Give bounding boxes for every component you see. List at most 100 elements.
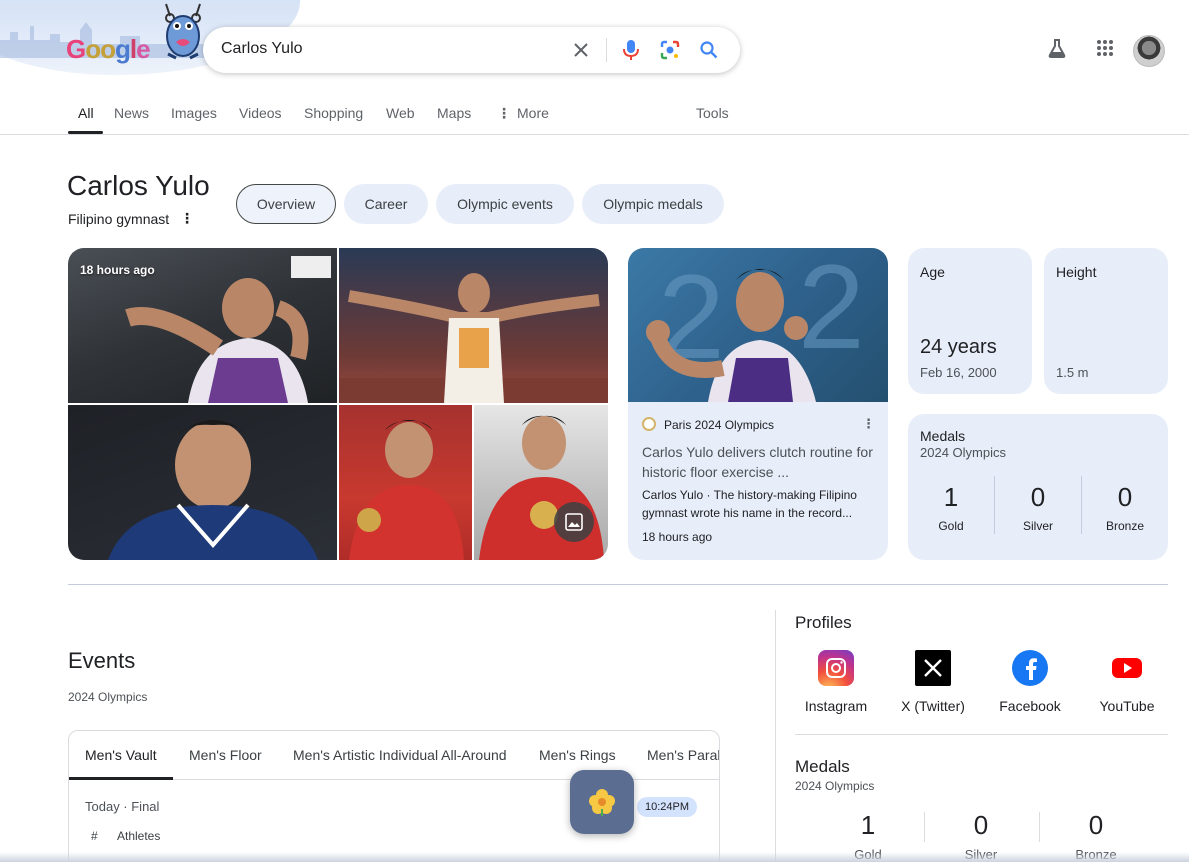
tab-maps[interactable]: Maps (437, 105, 471, 121)
medal-silver-count: 0 (1030, 482, 1046, 512)
profile-facebook[interactable]: Facebook (982, 650, 1078, 714)
image-grid[interactable]: 18 hours ago (68, 248, 608, 560)
chip-overview[interactable]: Overview (236, 184, 336, 224)
search-input[interactable]: Carlos Yulo (221, 40, 303, 58)
right-medal-silver-count: 0 (973, 810, 989, 840)
profile-x-twitter[interactable]: X (Twitter) (885, 650, 981, 714)
event-tab-mens-all-around[interactable]: Men's Artistic Individual All-Around (293, 747, 507, 763)
close-icon[interactable] (569, 38, 593, 62)
event-tab-mens-floor[interactable]: Men's Floor (189, 747, 262, 763)
events-subtitle: 2024 Olympics (68, 690, 148, 704)
news-time: 18 hours ago (642, 530, 713, 544)
svg-text:2: 2 (798, 248, 865, 374)
profile-instagram[interactable]: Instagram (788, 650, 884, 714)
fact-height[interactable]: Height 1.5 m (1044, 248, 1168, 394)
profile-instagram-label: Instagram (804, 698, 868, 714)
event-tab-mens-vault[interactable]: Men's Vault (85, 747, 157, 763)
fact-height-label: Height (1056, 264, 1097, 280)
more-options-icon[interactable]: ⋮ (180, 210, 194, 227)
profile-youtube-label: YouTube (1099, 698, 1155, 714)
athlete-figure (479, 415, 604, 560)
x-twitter-icon (915, 650, 951, 686)
medal-gold: 1 Gold (908, 482, 994, 533)
labs-flask-icon[interactable] (1045, 36, 1069, 60)
account-avatar[interactable] (1133, 35, 1165, 67)
tab-more-label: More (517, 105, 549, 121)
flower-icon (589, 789, 615, 816)
right-medal-divider (924, 812, 925, 842)
fact-age[interactable]: Age 24 years Feb 16, 2000 (908, 248, 1032, 394)
profiles-title: Profiles (795, 613, 852, 632)
lens-icon[interactable] (658, 38, 682, 62)
event-tab-mens-rings[interactable]: Men's Rings (539, 747, 616, 763)
news-source-logo (642, 417, 656, 431)
profile-x-label: X (Twitter) (901, 698, 965, 714)
right-medals-title: Medals (795, 757, 850, 776)
medals-subtitle: 2024 Olympics (920, 445, 1006, 460)
image-athlete-arms-out[interactable] (339, 248, 608, 403)
image-athlete-with-gold[interactable] (474, 405, 608, 560)
fact-age-date: Feb 16, 2000 (920, 365, 997, 380)
microphone-icon[interactable] (619, 38, 643, 62)
search-divider (606, 38, 607, 62)
medal-gold-label: Gold (938, 519, 964, 533)
tab-videos[interactable]: Videos (239, 105, 282, 121)
doodle-mascot (165, 3, 201, 60)
column-divider (775, 610, 776, 862)
entity-title: Carlos Yulo (67, 170, 210, 201)
news-more-options-icon[interactable]: ⋮ (862, 416, 875, 432)
image-time-badge: 18 hours ago (80, 263, 155, 277)
tab-web[interactable]: Web (386, 105, 415, 121)
news-source: Paris 2024 Olympics (664, 418, 775, 432)
image-athlete-cheering[interactable]: 18 hours ago (68, 248, 337, 403)
search-box[interactable]: Carlos Yulo (203, 27, 740, 73)
apps-grid-icon[interactable] (1093, 36, 1117, 60)
tab-news[interactable]: News (114, 105, 149, 121)
fact-age-value: 24 years (920, 336, 997, 358)
athlete-figure (349, 420, 464, 560)
event-col-rank: # (91, 829, 98, 843)
chip-career[interactable]: Career (344, 184, 428, 224)
event-tab-mens-parallel[interactable]: Men's Paral (647, 747, 719, 763)
tab-all[interactable]: All (78, 105, 94, 121)
event-tab-indicator (69, 777, 173, 780)
chip-olympic-events[interactable]: Olympic events (436, 184, 574, 224)
medal-bronze: 0 Bronze (1082, 482, 1168, 533)
fact-age-label: Age (920, 264, 945, 280)
entity-subtitle: Filipino gymnast (68, 211, 170, 227)
news-headline[interactable]: Carlos Yulo delivers clutch routine for … (642, 442, 874, 482)
tab-more[interactable]: ⋮ More (497, 105, 549, 122)
medal-bronze-count: 0 (1117, 482, 1133, 512)
news-card[interactable]: 2 2 Paris 2024 Olympics ⋮ Carlos Yulo de… (628, 248, 888, 560)
tab-images[interactable]: Images (171, 105, 217, 121)
event-time-badge: 10:24PM (637, 797, 698, 817)
image-gallery-button[interactable] (554, 502, 594, 542)
medal-silver: 0 Silver (995, 482, 1081, 533)
medal-bronze-label: Bronze (1105, 519, 1145, 533)
tab-active-indicator (68, 131, 103, 134)
image-icon (565, 513, 583, 531)
chip-olympic-medals[interactable]: Olympic medals (582, 184, 724, 224)
image-athlete-biting-medal[interactable] (68, 405, 337, 560)
more-vert-icon: ⋮ (497, 105, 511, 121)
profile-youtube[interactable]: YouTube (1079, 650, 1175, 714)
medal-silver-label: Silver (1022, 519, 1053, 533)
medals-card[interactable]: Medals 2024 Olympics 1 Gold 0 Silver 0 B… (908, 414, 1168, 560)
event-col-athletes: Athletes (117, 829, 161, 843)
athlete-figure (339, 273, 608, 403)
tools-button[interactable]: Tools (696, 105, 729, 121)
search-icon[interactable] (697, 38, 721, 62)
floating-doodle-button[interactable] (570, 770, 634, 834)
news-image: 2 2 (628, 248, 888, 402)
events-title: Events (68, 648, 136, 673)
medals-title: Medals (920, 428, 966, 444)
image-athlete-holding-medal[interactable] (339, 405, 472, 560)
medal-gold-count: 1 (943, 482, 959, 512)
news-snippet: Carlos Yulo · The history-making Filipin… (642, 488, 857, 520)
athlete-figure (108, 420, 318, 560)
bottom-fade (0, 852, 1189, 862)
profile-facebook-label: Facebook (999, 698, 1061, 714)
right-medal-gold-count: 1 (860, 810, 876, 840)
tab-shopping[interactable]: Shopping (304, 105, 363, 121)
google-logo[interactable]: Google (66, 34, 151, 65)
